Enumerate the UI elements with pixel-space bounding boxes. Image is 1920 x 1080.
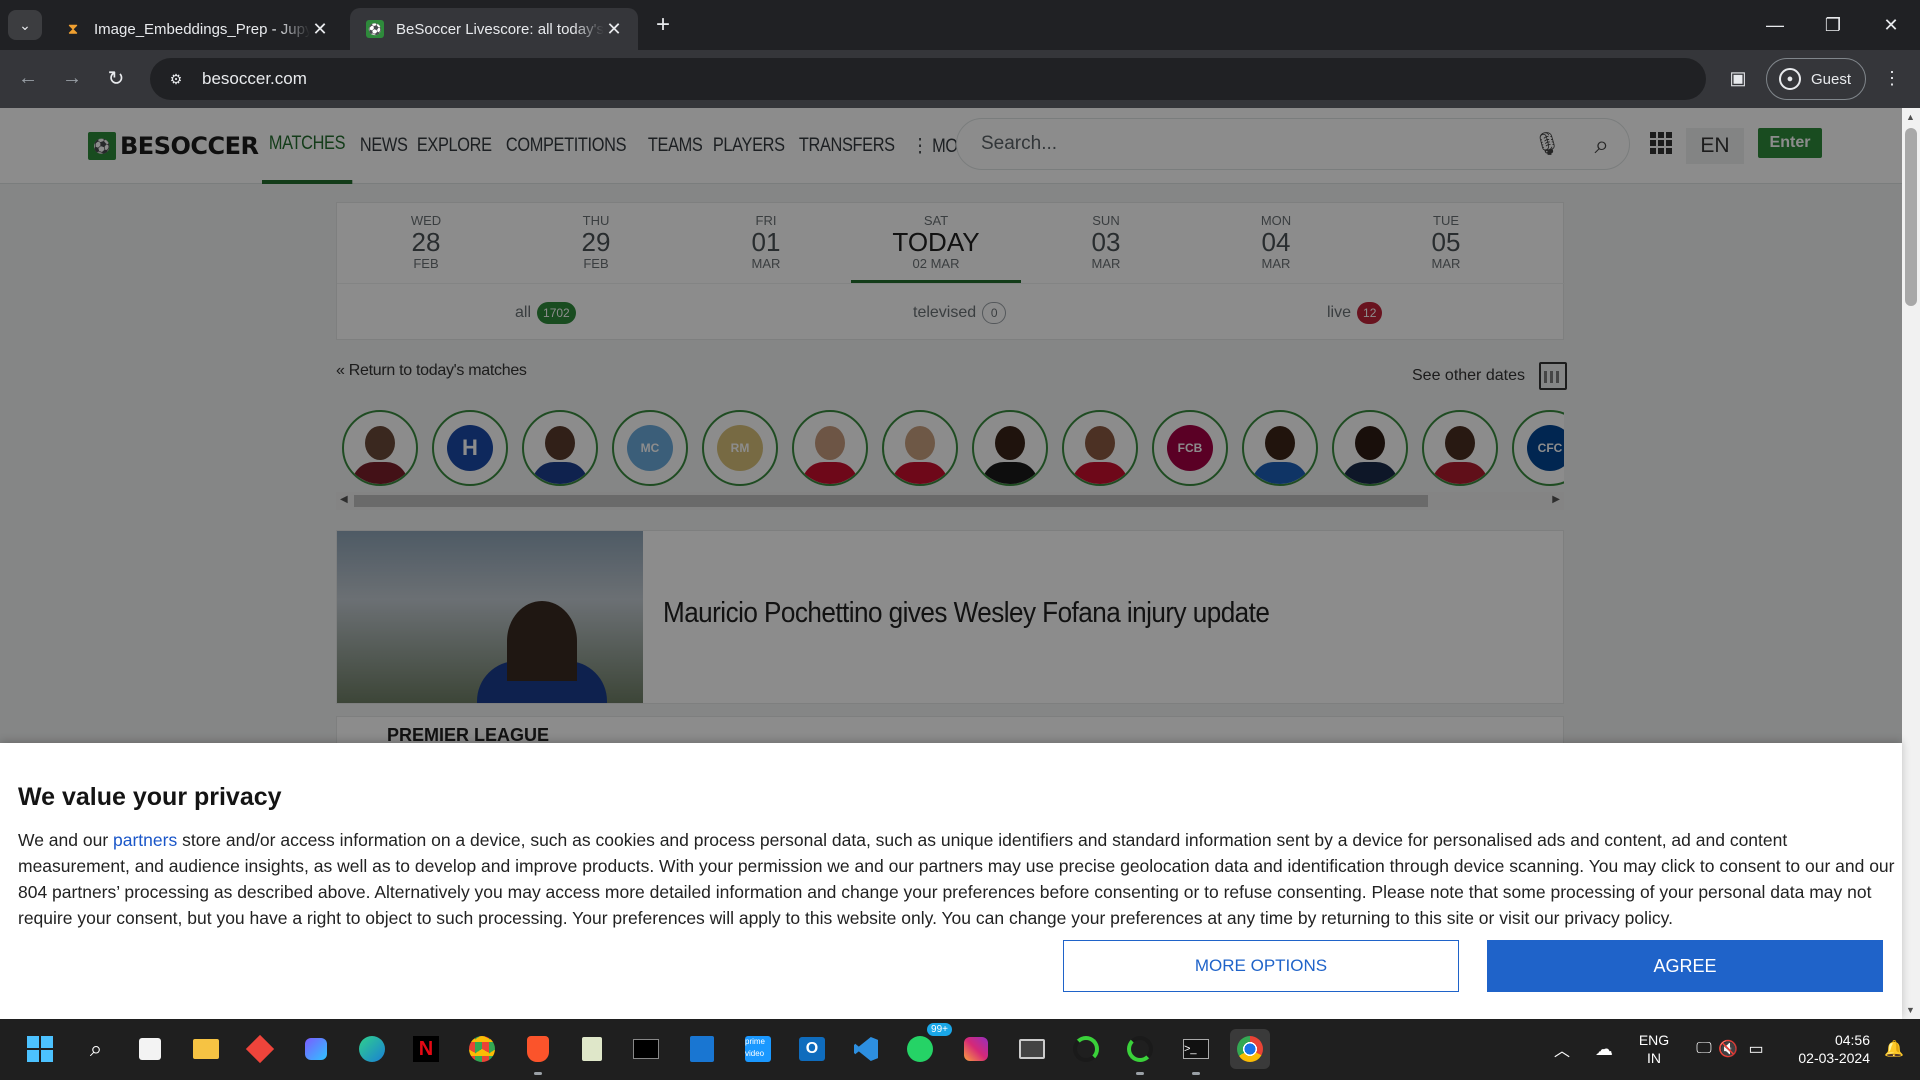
address-bar[interactable]: ⚙ besoccer.com [150, 58, 1706, 100]
minimize-icon[interactable]: — [1746, 0, 1804, 50]
close-window-icon[interactable]: ✕ [1862, 0, 1920, 50]
clock-date: 02-03-2024 [1798, 1050, 1870, 1066]
tab-search-button[interactable]: ⌄ [8, 10, 42, 40]
close-tab-icon[interactable]: ✕ [604, 19, 624, 40]
whatsapp-icon[interactable]: 99+ [900, 1023, 952, 1069]
brave-icon[interactable] [518, 1029, 558, 1075]
consent-text-part: store and/or access information on a dev… [18, 830, 1895, 928]
tab-title: BeSoccer Livescore: all today's live [396, 20, 604, 38]
windows-start-icon[interactable] [20, 1029, 60, 1069]
back-icon[interactable]: ← [12, 62, 44, 94]
language-code: ENG [1638, 1032, 1670, 1048]
reload-icon[interactable]: ↻ [100, 62, 132, 94]
search-icon[interactable]: ⌕ [76, 1029, 116, 1069]
file-explorer-icon[interactable] [186, 1029, 226, 1069]
besoccer-icon: ⚽ [366, 20, 384, 38]
cloud-icon[interactable]: ☁ [1584, 1029, 1624, 1069]
new-tab-button[interactable]: + [650, 12, 676, 38]
clock[interactable]: 04:56 02-03-2024 [1786, 1031, 1870, 1067]
profile-button[interactable]: ● Guest [1766, 58, 1866, 100]
restore-icon[interactable]: ❐ [1804, 0, 1862, 50]
vscode-icon[interactable] [846, 1029, 886, 1069]
agree-button[interactable]: AGREE [1487, 940, 1883, 992]
forward-icon[interactable]: → [56, 62, 88, 94]
region-code: IN [1647, 1050, 1661, 1066]
chevron-up-icon[interactable]: ︿ [1542, 1029, 1582, 1069]
calculator-icon[interactable] [682, 1029, 722, 1069]
tab-title: Image_Embeddings_Prep - Jupyter [94, 20, 310, 38]
edge-icon[interactable] [352, 1029, 392, 1069]
prime-video-icon[interactable]: prime video [738, 1029, 778, 1069]
clock-time: 04:56 [1834, 1032, 1870, 1048]
profile-label: Guest [1811, 70, 1852, 88]
netflix-icon[interactable]: N [406, 1029, 446, 1069]
profile-icon: ● [1779, 68, 1801, 90]
instagram-icon[interactable] [956, 1029, 996, 1069]
scrollbar-thumb[interactable] [1905, 128, 1917, 306]
tab-strip: ⌄ ⧗ Image_Embeddings_Prep - Jupyter ✕ ⚽ … [0, 0, 1920, 50]
loader-ring-icon[interactable] [1066, 1029, 1106, 1069]
site-info-icon[interactable]: ⚙ [156, 64, 196, 94]
chrome-icon[interactable] [1230, 1029, 1270, 1069]
browser-toolbar: ← → ↻ ⚙ besoccer.com ▣ ● Guest ⋮ [0, 50, 1920, 108]
input-language[interactable]: ENG IN [1636, 1031, 1672, 1067]
notepad-icon[interactable] [572, 1029, 612, 1069]
window-app-icon[interactable] [1012, 1029, 1052, 1069]
loader-ring-icon[interactable] [1120, 1029, 1160, 1075]
tab-jupyter[interactable]: ⧗ Image_Embeddings_Prep - Jupyter ✕ [48, 8, 344, 50]
side-panel-icon[interactable]: ▣ [1722, 62, 1754, 94]
store-icon[interactable] [130, 1029, 170, 1069]
consent-banner: We value your privacy We and our partner… [0, 743, 1902, 1019]
more-options-button[interactable]: MORE OPTIONS [1063, 940, 1459, 992]
notification-badge: 99+ [927, 1023, 952, 1036]
page-viewport: ⚽ BESOCCER MATCHES NEWS EXPLORE COMPETITION… [0, 108, 1920, 1019]
tab-besoccer[interactable]: ⚽ BeSoccer Livescore: all today's live ✕ [350, 8, 638, 50]
chrome-icon[interactable] [462, 1029, 502, 1069]
consent-title: We value your privacy [18, 783, 282, 811]
consent-text: We and our partners store and/or access … [18, 827, 1898, 931]
scroll-down-icon[interactable]: ▼ [1906, 1005, 1915, 1015]
taskbar: ⌕ N prime video O 99+ >_ ︿ ☁ ENG IN 🖵 🔇 … [0, 1019, 1920, 1080]
battery-icon[interactable]: ▭ [1736, 1029, 1776, 1069]
terminal-icon[interactable] [626, 1029, 666, 1069]
chevron-down-icon: ⌄ [19, 16, 31, 33]
outlook-icon[interactable]: O [792, 1029, 832, 1069]
url-text[interactable]: besoccer.com [202, 69, 307, 89]
copilot-icon[interactable] [296, 1029, 336, 1069]
consent-text-part: We and our [18, 830, 114, 850]
command-prompt-icon[interactable]: >_ [1176, 1029, 1216, 1075]
close-tab-icon[interactable]: ✕ [310, 19, 330, 40]
partners-link[interactable]: partners [113, 830, 177, 850]
scroll-up-icon[interactable]: ▲ [1906, 112, 1915, 122]
notification-bell-icon[interactable]: 🔔 [1874, 1029, 1914, 1069]
page-scrollbar[interactable]: ▲ ▼ [1902, 108, 1920, 1019]
anydesk-icon[interactable] [240, 1029, 280, 1069]
browser-menu-icon[interactable]: ⋮ [1876, 62, 1908, 94]
hourglass-icon: ⧗ [67, 20, 79, 38]
window-controls: — ❐ ✕ [1746, 0, 1920, 50]
